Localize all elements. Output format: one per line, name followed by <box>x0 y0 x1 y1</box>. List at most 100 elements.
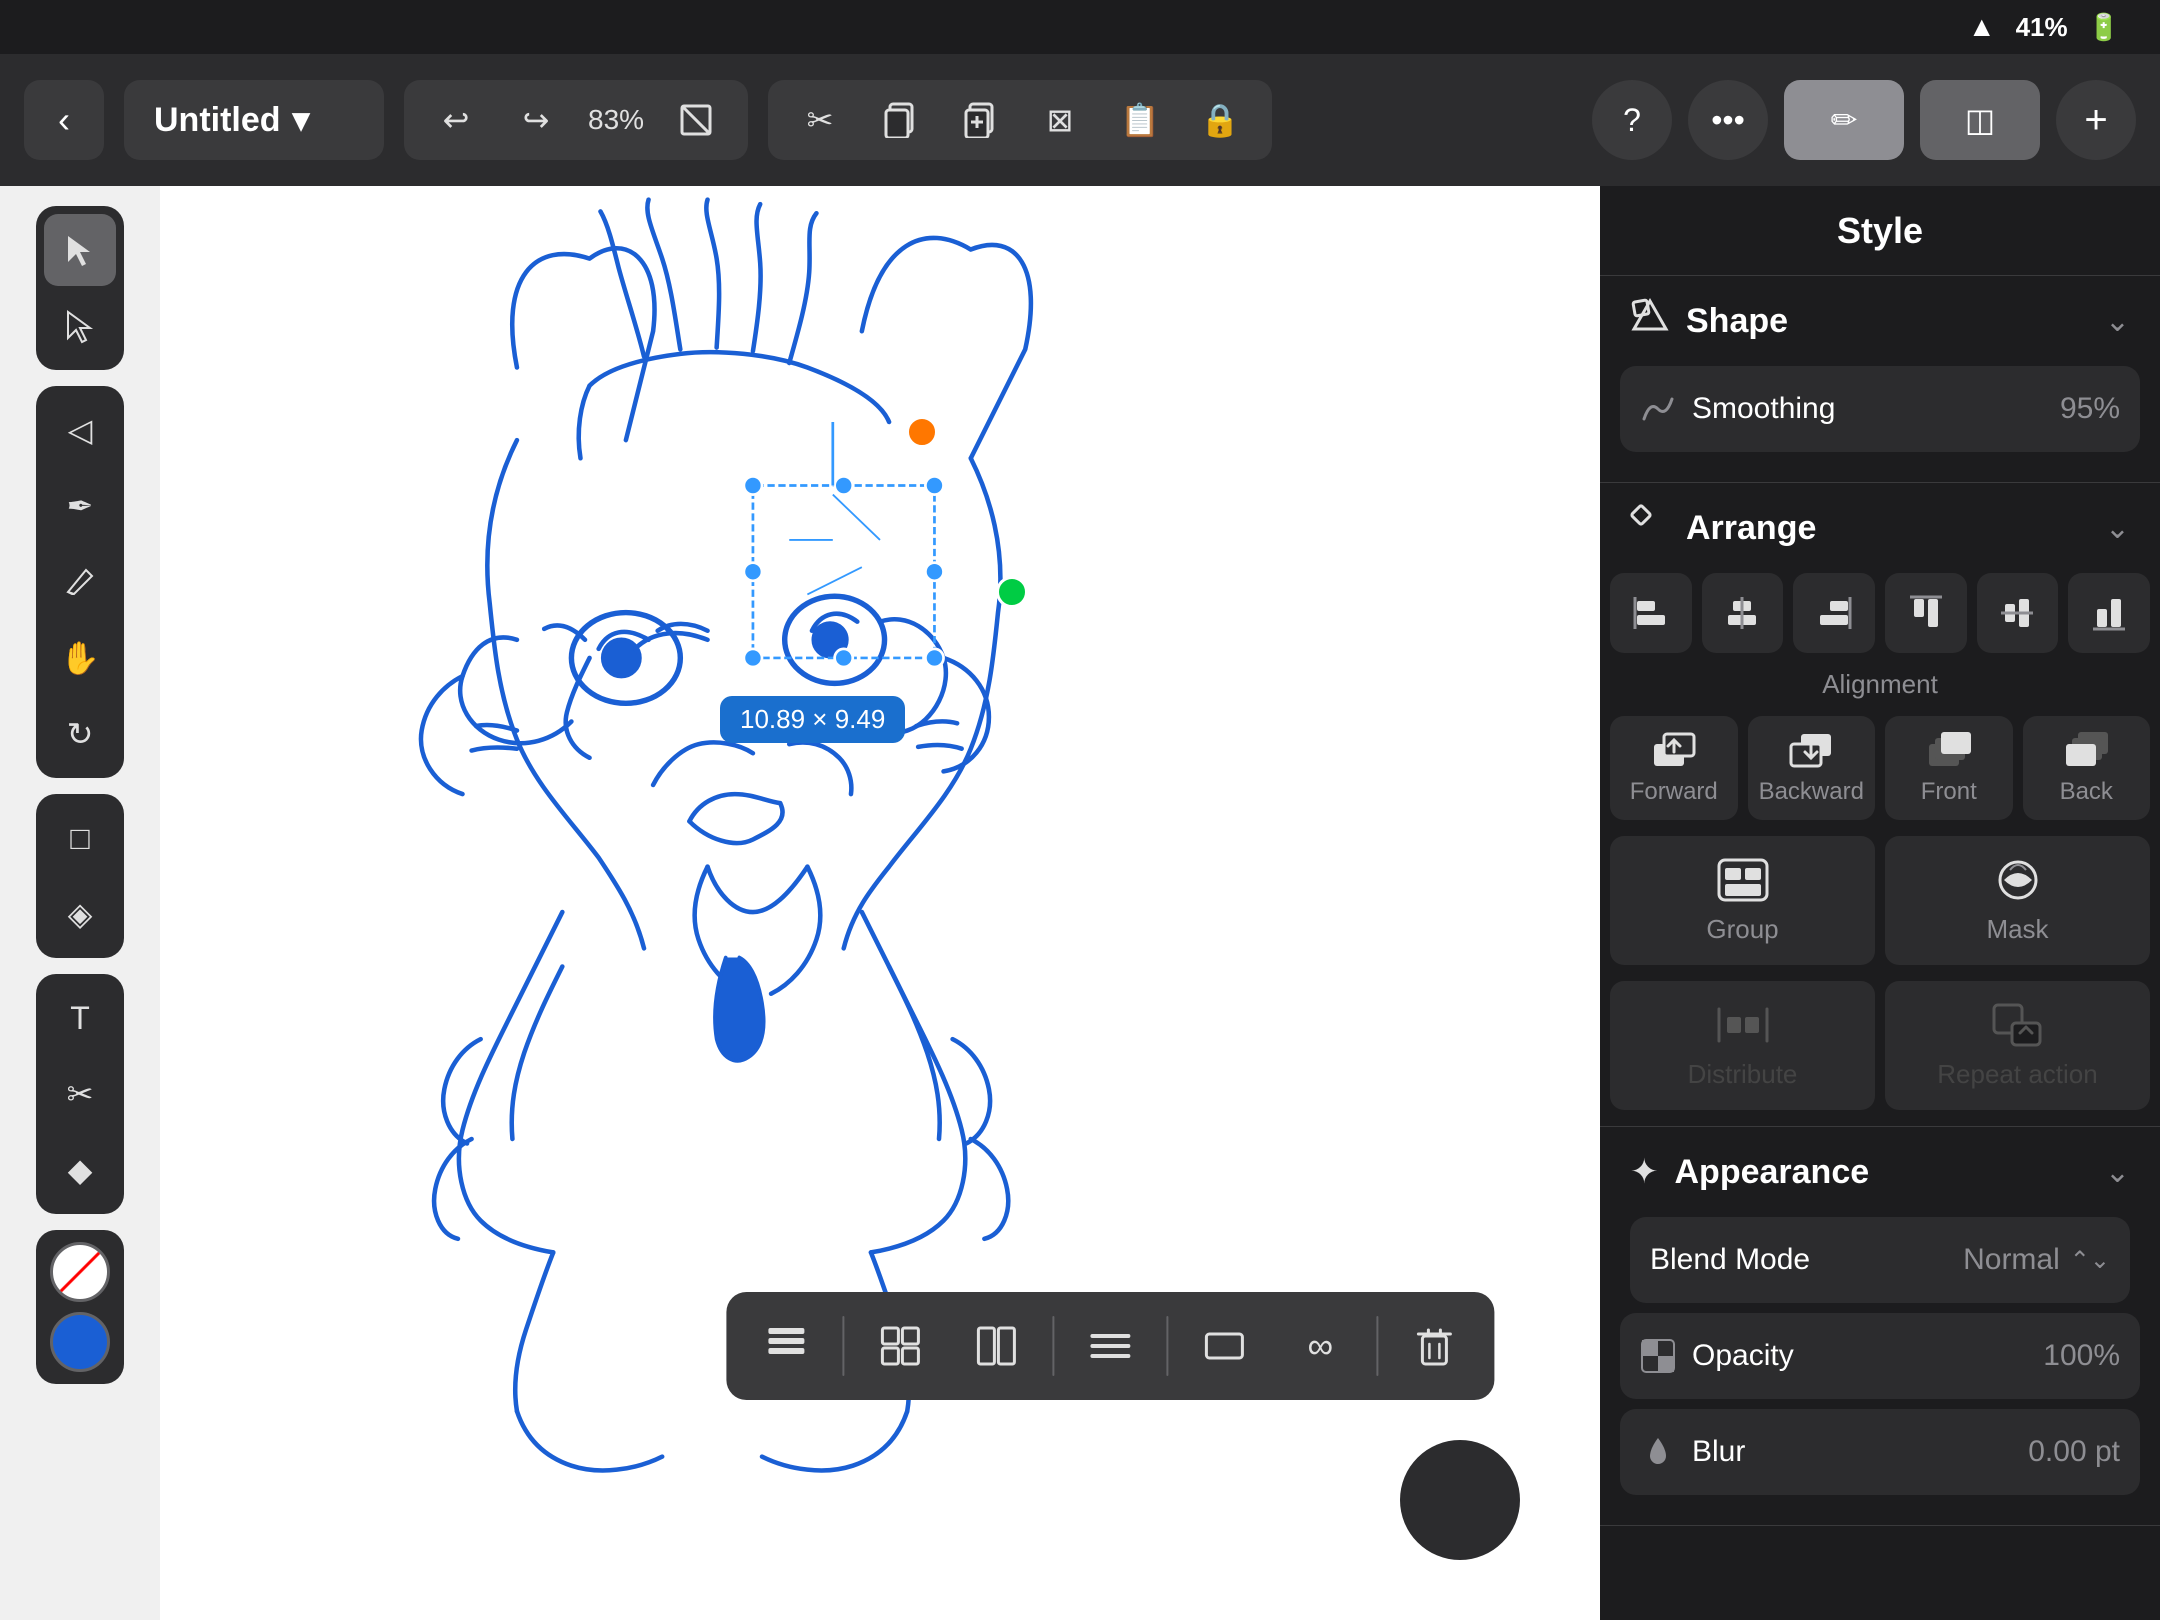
scale-handle[interactable] <box>996 576 1028 608</box>
smoothing-value: 95% <box>2060 392 2120 426</box>
more-button[interactable]: ••• <box>1688 80 1768 160</box>
duplicate-button[interactable] <box>944 88 1016 152</box>
lock-button[interactable]: 🔒 <box>1184 88 1256 152</box>
backward-button[interactable]: Backward <box>1748 716 1876 820</box>
shape-section-header[interactable]: Shape ⌄ <box>1600 276 2160 366</box>
handle-bm[interactable] <box>835 649 853 667</box>
float-frame-button[interactable] <box>1184 1306 1264 1386</box>
arrange-section-title: Arrange <box>1686 509 1816 548</box>
rotate-tool[interactable]: ↻ <box>44 698 116 770</box>
panel-title: Style <box>1837 210 1923 252</box>
handle-ml[interactable] <box>744 563 762 581</box>
align-middle-v-button[interactable] <box>1977 573 2059 653</box>
align-bottom-button[interactable] <box>2068 573 2150 653</box>
blend-mode-value-row[interactable]: Normal ⌃⌄ <box>1963 1243 2110 1277</box>
forward-button[interactable]: Forward <box>1610 716 1738 820</box>
arrange-section-header[interactable]: Arrange ⌄ <box>1600 483 2160 573</box>
float-align-button[interactable] <box>1070 1306 1150 1386</box>
bottom-right-control[interactable] <box>1400 1440 1520 1560</box>
float-split-button[interactable] <box>956 1306 1036 1386</box>
float-grid-button[interactable] <box>860 1306 940 1386</box>
text-tools-group: T ✂ ◆ <box>36 974 124 1214</box>
no-fill-swatch[interactable] <box>50 1242 110 1302</box>
mask-button[interactable]: Mask <box>1885 836 2150 965</box>
blue-color-swatch[interactable] <box>50 1312 110 1372</box>
paste-button[interactable]: 📋 <box>1104 88 1176 152</box>
select-tool[interactable] <box>44 214 116 286</box>
repeat-action-button[interactable]: Repeat action <box>1885 981 2150 1110</box>
distribute-button[interactable]: Distribute <box>1610 981 1875 1110</box>
doc-title-button[interactable]: Untitled ▾ <box>124 80 384 160</box>
appearance-section: ✦ Appearance ⌄ Blend Mode Normal ⌃⌄ <box>1600 1127 2160 1526</box>
undo-button[interactable]: ↩ <box>420 88 492 152</box>
main-content: ◁ ✒ ✋ ↻ □ ◈ T ✂ ◆ <box>0 186 2160 1620</box>
canvas-area[interactable]: 10.89 × 9.49 <box>160 186 1600 1620</box>
smudge-tool[interactable]: ✋ <box>44 622 116 694</box>
arrange-chevron-icon: ⌄ <box>2105 511 2130 546</box>
help-button[interactable]: ? <box>1592 80 1672 160</box>
handle-tr[interactable] <box>925 476 943 494</box>
undo-redo-group: ↩ ↪ 83% <box>404 80 748 160</box>
layers-tab-button[interactable]: ◫ <box>1920 80 2040 160</box>
align-left-button[interactable] <box>1610 573 1692 653</box>
blur-icon <box>1640 1434 1676 1470</box>
align-top-button[interactable] <box>1885 573 1967 653</box>
back-label: Back <box>2060 778 2113 806</box>
appearance-section-icon: ✦ <box>1630 1152 1659 1192</box>
rect-tool[interactable]: □ <box>44 802 116 874</box>
blend-mode-row: Blend Mode Normal ⌃⌄ <box>1630 1217 2130 1303</box>
status-bar: ▲ 41% 🔋 <box>0 0 2160 54</box>
float-layers-button[interactable] <box>746 1306 826 1386</box>
style-tab-button[interactable]: ✏ <box>1784 80 1904 160</box>
left-tools-panel: ◁ ✒ ✋ ↻ □ ◈ T ✂ ◆ <box>0 186 160 1620</box>
direct-select-tool[interactable] <box>44 290 116 362</box>
arrange-section-icon <box>1630 504 1670 553</box>
shape-section-content: Smoothing 95% <box>1600 366 2160 482</box>
zoom-level: 83% <box>580 104 652 136</box>
handle-tl[interactable] <box>744 476 762 494</box>
shape-section-icon <box>1630 297 1670 346</box>
opacity-row[interactable]: Opacity 100% <box>1620 1313 2140 1399</box>
handle-tm[interactable] <box>835 476 853 494</box>
back-button[interactable]: Back <box>2023 716 2151 820</box>
front-button[interactable]: Front <box>1885 716 2013 820</box>
front-label: Front <box>1921 778 1977 806</box>
copy-button[interactable] <box>864 88 936 152</box>
smoothing-icon <box>1640 391 1676 427</box>
add-button[interactable]: + <box>2056 80 2136 160</box>
handle-bl[interactable] <box>744 649 762 667</box>
handle-br[interactable] <box>925 649 943 667</box>
alignment-label: Alignment <box>1600 669 2160 700</box>
appearance-section-header[interactable]: ✦ Appearance ⌄ <box>1600 1127 2160 1217</box>
crop-button[interactable] <box>660 88 732 152</box>
redo-button[interactable]: ↪ <box>500 88 572 152</box>
scissors-tool[interactable]: ✂ <box>44 1058 116 1130</box>
fill-tool[interactable]: ◆ <box>44 1134 116 1206</box>
pencil-tool[interactable] <box>44 546 116 618</box>
shape-tool[interactable]: ◁ <box>44 394 116 466</box>
node-tool[interactable]: ◈ <box>44 878 116 950</box>
appearance-section-title: Appearance <box>1675 1153 1870 1192</box>
opacity-value: 100% <box>2043 1339 2120 1373</box>
smoothing-row: Smoothing 95% <box>1620 366 2140 452</box>
handle-mr[interactable] <box>925 563 943 581</box>
forward-label: Forward <box>1630 778 1718 806</box>
group-button[interactable]: Group <box>1610 836 1875 965</box>
blend-mode-stepper: ⌃⌄ <box>2070 1246 2110 1275</box>
float-delete-button[interactable] <box>1394 1306 1474 1386</box>
top-toolbar: ‹ Untitled ▾ ↩ ↪ 83% ✂ <box>0 54 2160 186</box>
pen-tool[interactable]: ✒ <box>44 470 116 542</box>
align-center-h-button[interactable] <box>1702 573 1784 653</box>
blur-row[interactable]: Blur 0.00 pt <box>1620 1409 2140 1495</box>
rotation-handle[interactable] <box>906 416 938 448</box>
align-right-button[interactable] <box>1793 573 1875 653</box>
blend-mode-label: Blend Mode <box>1650 1243 1810 1277</box>
back-button[interactable]: ‹ <box>24 80 104 160</box>
float-divider-2 <box>1052 1316 1054 1376</box>
cut-button[interactable]: ✂ <box>784 88 856 152</box>
doc-dropdown-icon: ▾ <box>293 100 310 140</box>
text-tool[interactable]: T <box>44 982 116 1054</box>
toolbar-right: ? ••• ✏ ◫ + <box>1592 80 2136 160</box>
float-infinity-button[interactable]: ∞ <box>1280 1306 1360 1386</box>
delete-button[interactable]: ⊠ <box>1024 88 1096 152</box>
